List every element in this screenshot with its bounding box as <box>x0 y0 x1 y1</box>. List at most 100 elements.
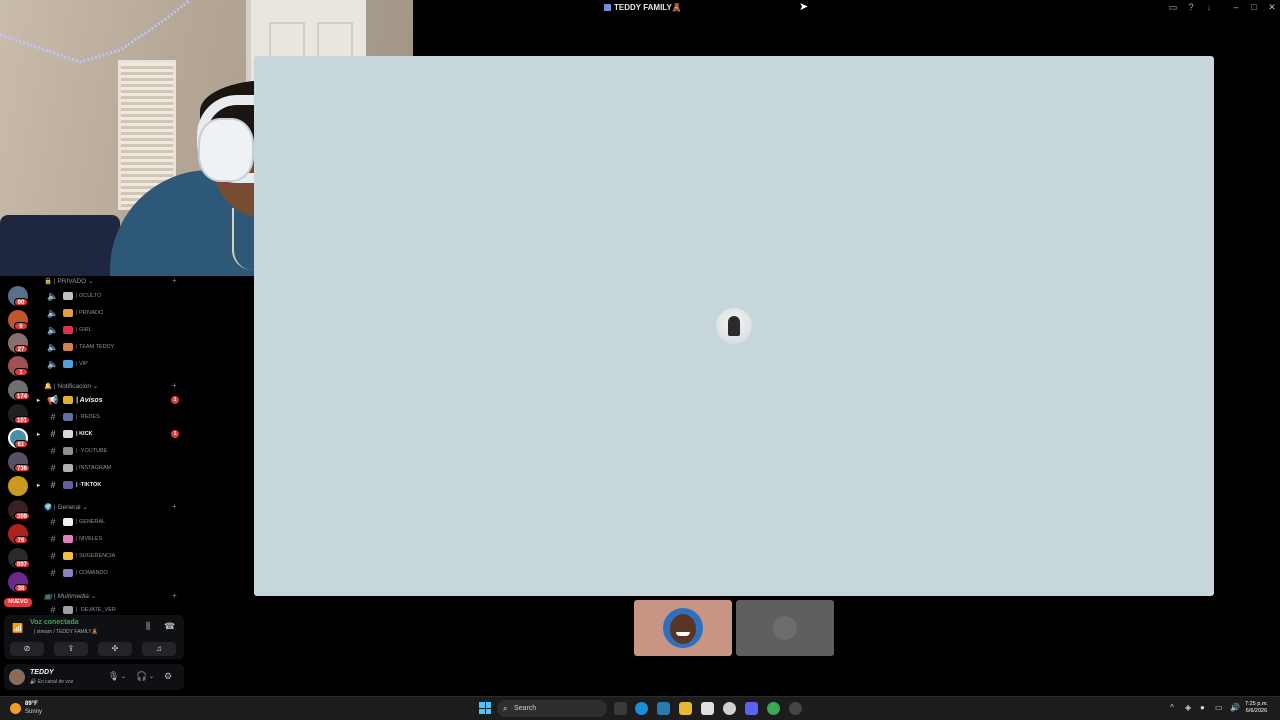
store-icon[interactable] <box>701 702 714 715</box>
channel-label: | GIRL <box>76 327 92 333</box>
text-channel-item[interactable]: ▸ 📢 | Avisos 1 <box>37 393 182 407</box>
voice-channel-item[interactable]: 🔈 | PRIVADO <box>40 306 182 320</box>
add-channel-icon[interactable]: + <box>172 591 177 600</box>
announcement-icon: 📢 <box>47 394 59 405</box>
task-view-icon[interactable] <box>614 702 627 715</box>
server-icon <box>604 4 611 11</box>
edge-browser-icon[interactable] <box>635 702 648 715</box>
chrome-icon[interactable] <box>767 702 780 715</box>
taskbar-clock[interactable]: 7:25 p.m. 6/6/2026 <box>1245 701 1268 715</box>
participant-tile[interactable] <box>634 600 732 656</box>
chevron-down-icon[interactable]: ⌄ <box>121 673 126 680</box>
channel-emoji-icon <box>63 447 73 455</box>
voice-status[interactable]: Voz conectada <box>30 619 79 626</box>
settings-gear-icon[interactable]: ⚙ <box>164 671 172 682</box>
voice-channel-item[interactable]: 🔈 | GIRL <box>40 323 182 337</box>
discord-window: TEDDY FAMILY🧸 ▭ ? ↓ – □ ✕ 90 6 27 1 174 … <box>0 0 1280 720</box>
camera-off-button[interactable]: ⊘ <box>10 642 44 656</box>
user-avatar[interactable] <box>9 669 25 685</box>
category-multimedia[interactable]: 📺 | Multimedia ⌄ + <box>44 591 177 601</box>
voice-channel-item[interactable]: 🔈 | OCULTO <box>40 289 182 303</box>
participant-avatar <box>773 616 797 640</box>
weather-temperature[interactable]: 89°F <box>25 701 38 707</box>
category-notificacion[interactable]: 🔔 | Notificacion ⌄ + <box>44 381 177 391</box>
text-channel-item[interactable]: ▸ # | KICK 1 <box>37 427 182 441</box>
unread-indicator: ▸ <box>37 397 41 404</box>
category-general[interactable]: 🌍 | General ⌄ + <box>44 502 177 512</box>
channel-label: | COMANDO <box>76 570 108 576</box>
soundboard-button[interactable]: ♫ <box>142 642 176 656</box>
speaker-icon: 🔈 <box>47 341 59 352</box>
taskbar-search[interactable]: ⌕ Search <box>497 700 607 717</box>
voice-channel-name[interactable]: | stream / TEDDY FAMILY🧸 <box>34 629 98 635</box>
microphone-icon[interactable]: 🎙 <box>108 671 119 682</box>
channel-emoji-icon <box>63 292 73 300</box>
text-channel-item[interactable]: # | ·DEJATE_VER <box>40 603 182 614</box>
channel-emoji-icon <box>63 430 73 438</box>
hash-icon: # <box>50 551 56 561</box>
channel-emoji-icon <box>63 481 73 489</box>
download-icon[interactable]: ↓ <box>1203 2 1215 12</box>
disconnect-icon[interactable]: ☎ <box>164 621 175 632</box>
server-avatar[interactable] <box>8 476 28 496</box>
add-channel-icon[interactable]: + <box>172 381 177 390</box>
start-button[interactable] <box>479 702 491 714</box>
hash-icon: # <box>50 534 56 544</box>
window-title: TEDDY FAMILY🧸 <box>604 3 682 12</box>
text-channel-item[interactable]: # | NIVELES <box>40 532 182 546</box>
activities-button[interactable]: ✣ <box>98 642 132 656</box>
signal-icon[interactable]: 📶 <box>12 623 23 634</box>
voice-channel-item[interactable]: 🔈 | VIP <box>40 357 182 371</box>
unread-indicator: ▸ <box>37 431 41 438</box>
channel-emoji-icon <box>63 326 73 334</box>
text-channel-item[interactable]: # | ·YOUTUBE <box>40 444 182 458</box>
search-label: Search <box>514 705 537 712</box>
voice-channel-item[interactable]: 🔈 | TEAM TEDDY <box>40 340 182 354</box>
channel-label: | PRIVADO <box>76 310 104 316</box>
text-channel-item[interactable]: # | ·REDES <box>40 410 182 424</box>
new-badge[interactable]: NUEVO <box>4 598 32 607</box>
tray-mic-icon[interactable]: ● <box>1200 703 1205 712</box>
mention-badge: 1 <box>171 430 179 438</box>
noise-suppression-icon[interactable]: ⫼ <box>146 621 150 632</box>
text-channel-item[interactable]: # | GENERAL <box>40 515 182 529</box>
text-channel-item[interactable]: # | SUGERENCIA <box>40 549 182 563</box>
add-channel-icon[interactable]: + <box>172 276 177 285</box>
file-explorer-icon[interactable] <box>679 702 692 715</box>
app-icon[interactable] <box>723 702 736 715</box>
channel-label: | ·DEJATE_VER <box>76 607 116 613</box>
maximize-button[interactable]: □ <box>1248 2 1260 12</box>
user-name[interactable]: TEDDY <box>30 669 54 676</box>
headphones-icon[interactable]: 🎧 <box>136 671 147 682</box>
category-label: 🔔 | Notificacion ⌄ <box>44 383 99 390</box>
minimize-button[interactable]: – <box>1230 2 1242 12</box>
close-button[interactable]: ✕ <box>1266 2 1278 13</box>
weather-sun-icon[interactable] <box>10 703 21 714</box>
copilot-icon[interactable] <box>657 702 670 715</box>
tray-app-icon[interactable]: ◈ <box>1185 703 1191 712</box>
text-channel-item[interactable]: # | INSTAGRAM <box>40 461 182 475</box>
channel-emoji-icon <box>63 396 73 404</box>
obs-icon[interactable] <box>789 702 802 715</box>
text-channel-item[interactable]: # | COMANDO <box>40 566 182 580</box>
inbox-icon[interactable]: ▭ <box>1167 2 1179 13</box>
help-icon[interactable]: ? <box>1185 2 1197 12</box>
channel-label: | INSTAGRAM <box>76 465 112 471</box>
hash-icon: # <box>50 568 56 578</box>
chevron-down-icon[interactable]: ⌄ <box>149 673 154 680</box>
channel-list: 🔒 | PRIVADO ⌄ + 🔈 | OCULTO 🔈 | PRIVADO 🔈 | … <box>36 276 186 614</box>
channel-label: | NIVELES <box>76 536 103 542</box>
text-channel-item[interactable]: ▸ # | ·TIKTOK <box>37 478 182 492</box>
volume-icon[interactable]: 🔊 <box>1230 703 1240 712</box>
weather-condition[interactable]: Sunny <box>25 709 42 715</box>
user-status: 🔊 En canal de voz <box>30 679 74 685</box>
server-badge: 38 <box>14 584 28 592</box>
add-channel-icon[interactable]: + <box>172 502 177 511</box>
chevron-up-icon[interactable]: ^ <box>1170 703 1174 712</box>
discord-icon[interactable] <box>745 702 758 715</box>
display-icon[interactable]: ▭ <box>1215 703 1223 712</box>
participant-tile[interactable] <box>736 600 834 656</box>
category-privado[interactable]: 🔒 | PRIVADO ⌄ + <box>44 276 177 286</box>
participant-avatar <box>663 608 703 648</box>
share-screen-button[interactable]: ⇪ <box>54 642 88 656</box>
